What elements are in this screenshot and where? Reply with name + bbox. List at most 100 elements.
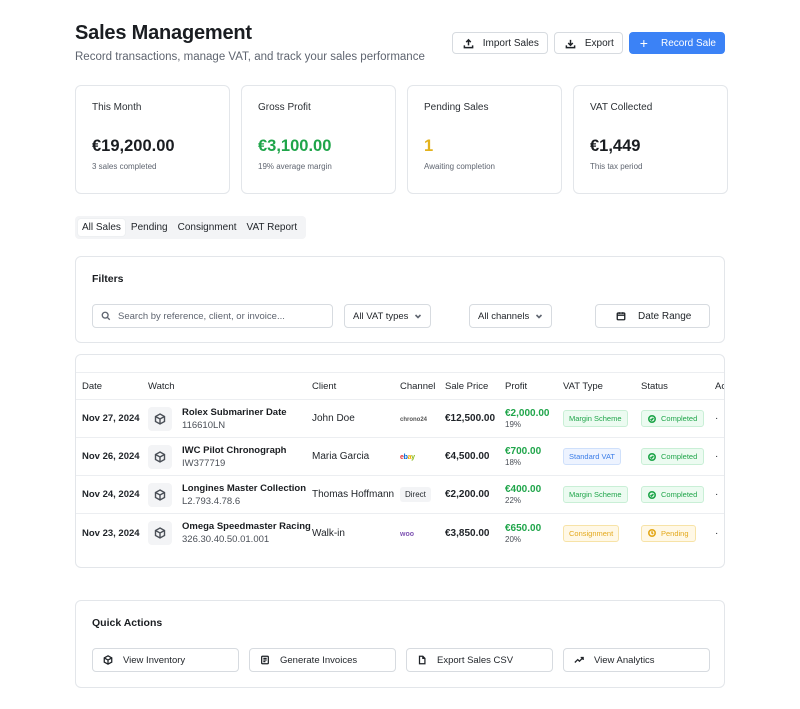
trending-up-icon <box>574 656 584 663</box>
profit-margin: 20% <box>505 534 522 544</box>
watch-cell: Rolex Submariner Date 116610LN <box>148 406 312 431</box>
sales-tabs: All Sales Pending Consignment VAT Report <box>75 216 307 239</box>
status-badge: Completed <box>641 486 705 503</box>
profit-value: €700.00 <box>505 446 542 457</box>
header-actions: Import Sales Export + Record Sale <box>451 32 725 54</box>
export-sales-csv-button[interactable]: Export Sales CSV <box>406 648 553 672</box>
stat-label: Pending Sales <box>424 102 489 113</box>
channel-cell: chrono24 <box>400 413 445 424</box>
table-row[interactable]: Nov 26, 2024 IWC Pilot Chronograph IW377… <box>76 438 724 476</box>
clock-icon <box>648 529 656 537</box>
col-date[interactable]: Date <box>76 381 148 392</box>
channel-cell: ebay <box>400 451 445 462</box>
vat-badge: Margin Scheme <box>563 486 628 503</box>
table-header: Date Watch Client Channel Sale Price Pro… <box>76 372 725 400</box>
vat-type-select[interactable]: All VAT types <box>344 304 431 328</box>
view-inventory-label: View Inventory <box>123 654 186 666</box>
table-row[interactable]: Nov 24, 2024 Longines Master Collection … <box>76 476 724 514</box>
client-name: John Doe <box>312 413 355 424</box>
watch-cell: Omega Speedmaster Racing 326.30.40.50.01… <box>148 521 312 545</box>
record-sale-label: Record Sale <box>660 37 716 49</box>
view-analytics-button[interactable]: View Analytics <box>563 648 710 672</box>
watch-name: Longines Master Collection <box>182 482 307 494</box>
import-sales-label: Import Sales <box>482 37 539 49</box>
file-icon <box>418 655 426 665</box>
export-button[interactable]: Export <box>553 32 623 54</box>
table-row[interactable]: Nov 27, 2024 Rolex Submariner Date 11661… <box>76 400 724 438</box>
view-inventory-button[interactable]: View Inventory <box>92 648 239 672</box>
date-range-button[interactable]: Date Range <box>595 304 710 328</box>
status-badge: Completed <box>641 410 705 427</box>
quick-actions-title: Quick Actions <box>92 617 163 629</box>
stat-label: VAT Collected <box>590 102 653 113</box>
watch-ref: L2.793.4.78.6 <box>182 495 241 507</box>
client-name: Maria Garcia <box>312 451 370 462</box>
row-actions-icon[interactable]: · <box>715 451 724 462</box>
watch-name: IWC Pilot Chronograph <box>182 444 287 456</box>
col-actions: Ac <box>715 380 725 392</box>
tab-all-sales[interactable]: All Sales <box>78 219 125 236</box>
upload-icon <box>463 38 474 48</box>
download-icon <box>565 39 576 48</box>
channel-cell: Direct <box>400 487 445 502</box>
status-text: Pending <box>661 528 689 538</box>
generate-invoices-button[interactable]: Generate Invoices <box>249 648 396 672</box>
tab-pending[interactable]: Pending <box>127 219 172 236</box>
profit-value: €650.00 <box>505 522 542 534</box>
vat-cell: Margin Scheme <box>563 486 641 503</box>
stat-card-this-month: This Month €19,200.00 3 sales completed <box>75 85 230 194</box>
row-actions-icon[interactable]: · <box>715 489 724 500</box>
col-profit[interactable]: Profit <box>505 381 563 392</box>
profit-cell: €400.00 22% <box>505 484 563 505</box>
profit-margin: 19% <box>505 420 522 429</box>
check-circle-icon <box>648 490 656 499</box>
status-cell: Pending <box>641 524 715 542</box>
col-sale-price[interactable]: Sale Price <box>445 381 505 392</box>
vat-badge: Consignment <box>563 524 620 542</box>
page-title: Sales Management <box>75 22 252 44</box>
status-cell: Completed <box>641 410 715 427</box>
col-watch[interactable]: Watch <box>148 381 312 392</box>
invoice-icon <box>261 655 269 665</box>
col-vat-type[interactable]: VAT Type <box>563 381 641 392</box>
vat-type-select-value: All VAT types <box>353 310 409 322</box>
import-sales-button[interactable]: Import Sales <box>451 32 548 54</box>
stats-cards: This Month €19,200.00 3 sales completed … <box>75 85 728 194</box>
col-client[interactable]: Client <box>312 381 400 392</box>
stat-label: Gross Profit <box>258 102 311 113</box>
stat-value: 1 <box>424 137 434 155</box>
col-channel[interactable]: Channel <box>400 381 445 392</box>
status-text: Completed <box>661 490 698 499</box>
record-sale-button[interactable]: + Record Sale <box>628 32 725 54</box>
package-icon <box>148 482 172 507</box>
channel-cell: woo <box>400 528 445 539</box>
status-cell: Completed <box>641 448 715 465</box>
profit-cell: €650.00 20% <box>505 523 563 544</box>
view-analytics-label: View Analytics <box>594 654 655 666</box>
chevron-down-icon <box>414 314 422 319</box>
tab-vat-report[interactable]: VAT Report <box>243 219 302 236</box>
direct-badge: Direct <box>400 487 431 502</box>
stat-card-gross-profit: Gross Profit €3,100.00 19% average margi… <box>241 85 396 194</box>
sale-date: Nov 24, 2024 <box>82 489 140 500</box>
row-actions-icon[interactable]: · <box>715 413 724 424</box>
vat-cell: Margin Scheme <box>563 410 641 427</box>
ebay-logo: ebay <box>400 454 415 461</box>
search-input[interactable] <box>118 310 318 322</box>
col-status[interactable]: Status <box>641 381 715 392</box>
table-row[interactable]: Nov 23, 2024 Omega Speedmaster Racing 32… <box>76 514 724 552</box>
quick-actions-panel: Quick Actions View Inventory Generate In… <box>75 600 725 688</box>
package-icon <box>148 521 172 545</box>
status-text: Completed <box>661 414 698 423</box>
stat-sub: Awaiting completion <box>424 162 496 171</box>
row-actions-icon[interactable]: · <box>715 528 724 539</box>
channel-select[interactable]: All channels <box>469 304 552 328</box>
stat-sub: This tax period <box>590 162 643 171</box>
page-header: Sales Management Record transactions, ma… <box>75 22 425 63</box>
stat-sub: 3 sales completed <box>92 162 157 171</box>
stat-value: €1,449 <box>590 137 641 155</box>
tab-consignment[interactable]: Consignment <box>174 219 241 236</box>
export-label: Export <box>584 37 614 49</box>
watch-name: Omega Speedmaster Racing <box>182 521 311 532</box>
status-cell: Completed <box>641 486 715 503</box>
